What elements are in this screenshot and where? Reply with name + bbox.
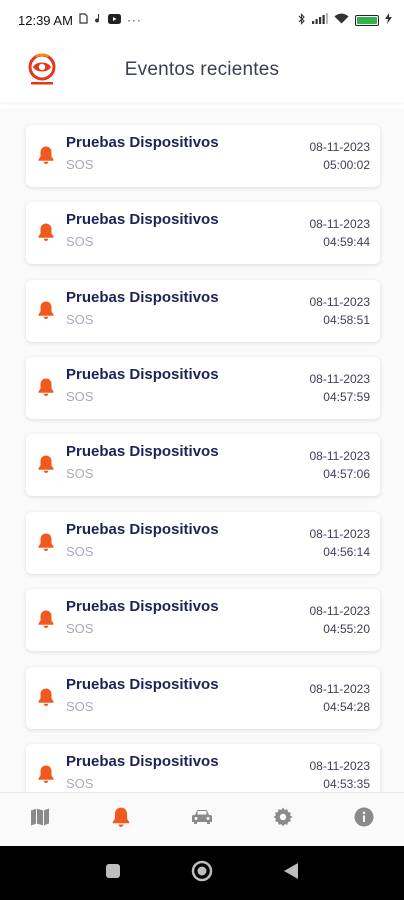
event-card[interactable]: Pruebas Dispositivos SOS 08-11-2023 05:0… <box>26 125 380 187</box>
event-date: 08-11-2023 <box>309 217 371 231</box>
event-datetime: 08-11-2023 04:59:44 <box>310 215 371 251</box>
back-triangle-icon[interactable] <box>283 862 299 885</box>
app-header: Eventos recientes <box>0 40 404 102</box>
status-bar: 12:39 AM ··· <box>0 0 404 40</box>
music-note-icon <box>94 13 102 27</box>
youtube-icon <box>107 13 121 27</box>
nav-events[interactable] <box>101 800 141 840</box>
signal-icon <box>312 13 328 27</box>
battery-icon <box>355 14 379 26</box>
event-date: 08-11-2023 <box>309 682 371 696</box>
event-card[interactable]: Pruebas Dispositivos SOS 08-11-2023 04:5… <box>26 357 380 419</box>
event-date: 08-11-2023 <box>309 295 371 309</box>
bell-icon <box>37 454 55 474</box>
event-datetime: 08-11-2023 04:56:14 <box>310 525 371 561</box>
event-card[interactable]: Pruebas Dispositivos SOS 08-11-2023 04:5… <box>26 512 380 574</box>
event-time: 04:54:28 <box>323 700 370 714</box>
event-list[interactable]: Pruebas Dispositivos SOS 08-11-2023 05:0… <box>0 108 404 792</box>
event-title: Pruebas Dispositivos <box>66 676 219 693</box>
event-datetime: 08-11-2023 04:57:06 <box>310 447 371 483</box>
bell-icon <box>37 377 55 397</box>
page-title: Eventos recientes <box>124 59 280 80</box>
event-card[interactable]: Pruebas Dispositivos SOS 08-11-2023 04:5… <box>26 667 380 729</box>
bluetooth-icon <box>298 12 306 28</box>
event-card[interactable]: Pruebas Dispositivos SOS 08-11-2023 04:5… <box>26 202 380 264</box>
system-nav-bar <box>0 846 404 900</box>
event-title: Pruebas Dispositivos <box>66 598 219 615</box>
bottom-nav <box>0 792 404 846</box>
car-icon <box>191 808 213 831</box>
sim-icon <box>79 13 88 27</box>
event-title: Pruebas Dispositivos <box>66 521 219 538</box>
event-date: 08-11-2023 <box>309 759 371 773</box>
event-date: 08-11-2023 <box>309 527 371 541</box>
bell-icon <box>37 222 55 242</box>
bell-icon <box>37 609 55 629</box>
bell-icon <box>37 764 55 784</box>
nav-settings[interactable] <box>263 800 303 840</box>
status-time: 12:39 AM <box>18 12 73 28</box>
event-datetime: 08-11-2023 05:00:02 <box>310 138 371 174</box>
event-type: SOS <box>66 389 94 404</box>
nav-map[interactable] <box>20 800 60 840</box>
event-time: 04:58:51 <box>323 313 370 327</box>
nav-vehicles[interactable] <box>182 800 222 840</box>
event-time: 05:00:02 <box>323 158 370 172</box>
event-type: SOS <box>66 776 94 791</box>
bell-icon <box>37 300 55 320</box>
bell-icon <box>111 806 131 833</box>
event-title: Pruebas Dispositivos <box>66 134 219 151</box>
event-title: Pruebas Dispositivos <box>66 753 219 770</box>
event-datetime: 08-11-2023 04:55:20 <box>310 602 371 638</box>
event-time: 04:56:14 <box>323 545 370 559</box>
battery-level <box>357 16 377 24</box>
event-type: SOS <box>66 234 94 249</box>
event-date: 08-11-2023 <box>309 140 371 154</box>
event-time: 04:55:20 <box>323 622 370 636</box>
more-icon: ··· <box>126 13 142 27</box>
event-time: 04:53:35 <box>323 777 370 791</box>
event-card[interactable]: Pruebas Dispositivos SOS 08-11-2023 04:5… <box>26 589 380 651</box>
event-date: 08-11-2023 <box>309 449 371 463</box>
event-type: SOS <box>66 466 94 481</box>
event-datetime: 08-11-2023 04:58:51 <box>310 293 371 329</box>
event-datetime: 08-11-2023 04:54:28 <box>310 680 371 716</box>
recents-square-icon[interactable] <box>105 863 121 884</box>
bell-icon <box>37 532 55 552</box>
event-card[interactable]: Pruebas Dispositivos SOS 08-11-2023 04:5… <box>26 744 380 792</box>
event-title: Pruebas Dispositivos <box>66 443 219 460</box>
event-time: 04:57:06 <box>323 467 370 481</box>
event-title: Pruebas Dispositivos <box>66 289 219 306</box>
bell-icon <box>37 687 55 707</box>
event-time: 04:59:44 <box>323 235 370 249</box>
charging-icon <box>385 13 392 27</box>
event-type: SOS <box>66 621 94 636</box>
gear-icon <box>273 807 293 832</box>
event-type: SOS <box>66 544 94 559</box>
home-circle-icon[interactable] <box>191 860 213 887</box>
event-card[interactable]: Pruebas Dispositivos SOS 08-11-2023 04:5… <box>26 434 380 496</box>
event-type: SOS <box>66 699 94 714</box>
map-icon <box>30 807 50 832</box>
info-icon <box>354 807 374 832</box>
event-card[interactable]: Pruebas Dispositivos SOS 08-11-2023 04:5… <box>26 280 380 342</box>
event-datetime: 08-11-2023 04:53:35 <box>310 757 371 792</box>
event-datetime: 08-11-2023 04:57:59 <box>310 370 371 406</box>
event-type: SOS <box>66 157 94 172</box>
event-date: 08-11-2023 <box>309 372 371 386</box>
event-date: 08-11-2023 <box>309 604 371 618</box>
event-time: 04:57:59 <box>323 390 370 404</box>
bell-icon <box>37 145 55 165</box>
nav-info[interactable] <box>344 800 384 840</box>
event-type: SOS <box>66 312 94 327</box>
event-title: Pruebas Dispositivos <box>66 366 219 383</box>
wifi-icon <box>334 13 349 27</box>
event-title: Pruebas Dispositivos <box>66 211 219 228</box>
